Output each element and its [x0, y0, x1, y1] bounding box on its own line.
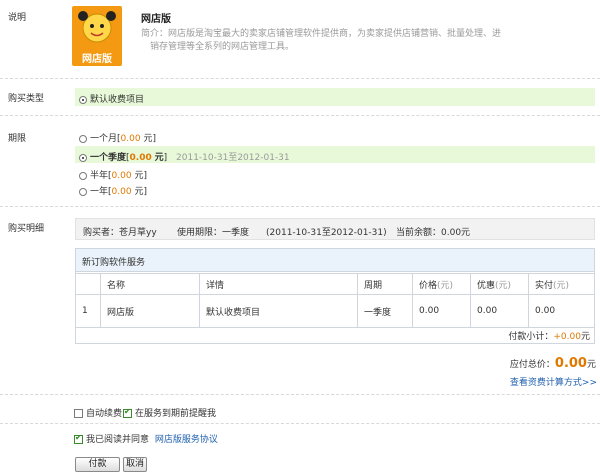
divider [0, 394, 600, 395]
period-option-year[interactable]: 一年[0.00 元] [79, 184, 147, 197]
remind-checkbox[interactable] [123, 407, 132, 418]
quarter-date-range: 2011-10-31至2012-01-31 [176, 153, 290, 163]
app-intro-line2: 销存管理等全系列的网店管理工具。 [150, 42, 295, 52]
app-intro-line1: 简介：网店版是淘宝最大的卖家店铺管理软件提供商，为卖家提供店铺营销、批量处理、进 [141, 29, 502, 39]
total-price: 应付总价：0.00元 [509, 356, 596, 371]
table-row: 1 网店版 默认收费项目 一季度 0.00 0.00 0.00 [75, 294, 595, 328]
auto-renew-option[interactable]: 自动续费 [74, 406, 122, 419]
period-label: 期限 [8, 134, 27, 144]
purchase-type-option[interactable]: 默认收费项目 [75, 88, 595, 106]
radio-half-year[interactable] [79, 172, 87, 180]
period-option-month[interactable]: 一个月[0.00 元] [79, 131, 156, 144]
purchase-type-option-label: 默认收费项目 [90, 95, 145, 105]
col-name: 名称 [100, 273, 200, 295]
order-section-header: 新订购软件服务 [76, 249, 594, 272]
logo-text: 网店版 [82, 54, 112, 65]
fee-calc-link[interactable]: 查看资费计算方式>> [510, 375, 597, 388]
balance: 当前余额：0.00元 [396, 228, 471, 238]
table-header-row: 名称 详情 周期 价格(元) 优惠(元) 实付(元) [75, 273, 595, 295]
buyer-info-bar: 购买者：苍月草yy 使用期限：一季度 (2011-10-31至2012-01-3… [75, 218, 595, 240]
agree-option[interactable]: 我已阅读并同意 网店版服务协议 [74, 432, 218, 445]
desc-label: 说明 [8, 13, 27, 23]
period-option-half-year[interactable]: 半年[0.00 元] [79, 168, 147, 181]
col-period: 周期 [357, 273, 413, 295]
divider [0, 423, 600, 424]
divider [0, 78, 600, 79]
term-range: (2011-10-31至2012-01-31) [266, 228, 387, 238]
app-name: 网店版 [141, 14, 171, 25]
total-value: 0.00 [554, 356, 587, 371]
period-option-quarter[interactable]: 一个季度[0.00 元] 2011-10-31至2012-01-31 [75, 146, 595, 163]
term: 使用期限：一季度 [177, 228, 250, 238]
order-table: 名称 详情 周期 价格(元) 优惠(元) 实付(元) 1 网店版 默认收费项目 … [75, 273, 595, 328]
pay-button[interactable]: 付款 [75, 457, 120, 472]
col-price: 价格(元) [412, 273, 471, 295]
col-paid: 实付(元) [528, 273, 595, 295]
agree-checkbox[interactable] [74, 433, 83, 444]
divider [0, 206, 600, 207]
buyer: 购买者：苍月草yy [83, 228, 157, 238]
cancel-button[interactable]: 取消 [123, 457, 147, 472]
radio-month[interactable] [79, 135, 87, 143]
radio-default-item[interactable] [79, 96, 87, 104]
detail-label: 购买明细 [8, 224, 45, 234]
service-agreement-link[interactable]: 网店版服务协议 [155, 435, 218, 445]
auto-renew-checkbox[interactable] [74, 409, 83, 418]
divider [0, 115, 600, 116]
purchase-type-label: 购买类型 [8, 94, 45, 104]
app-logo: 网店版 [72, 6, 122, 66]
subtotal: 付款小计：+0.00元 [508, 332, 590, 342]
radio-year[interactable] [79, 188, 87, 196]
col-detail: 详情 [199, 273, 358, 295]
radio-quarter[interactable] [79, 154, 87, 162]
col-discount: 优惠(元) [470, 273, 529, 295]
remind-option[interactable]: 在服务到期前提醒我 [123, 406, 216, 419]
order-section-title: 新订购软件服务 [82, 258, 146, 268]
